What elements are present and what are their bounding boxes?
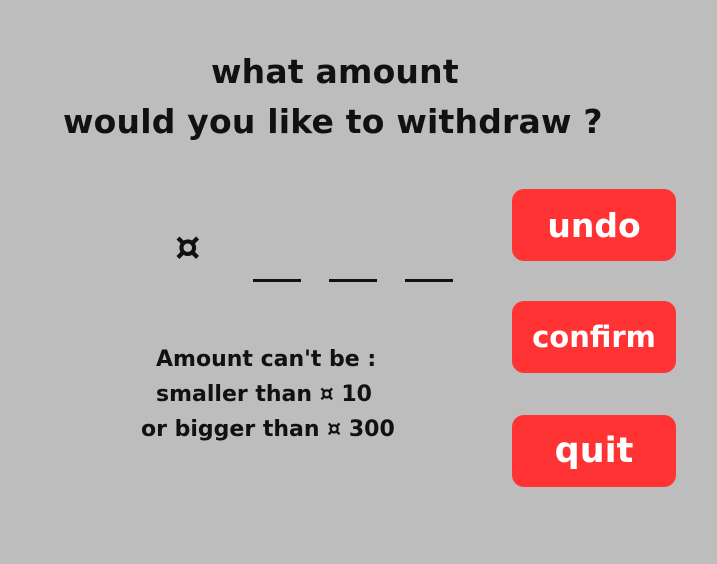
prompt-line-2: would you like to withdraw ? <box>63 102 603 141</box>
confirm-button[interactable]: confirm <box>512 301 676 373</box>
undo-button[interactable]: undo <box>512 189 676 261</box>
digit-slot-3 <box>405 279 453 282</box>
digit-slot-2 <box>329 279 377 282</box>
limit-rule-line-2: smaller than ¤ 10 <box>156 382 372 407</box>
withdraw-prompt: what amount would you like to withdraw ? <box>0 0 717 160</box>
limit-rule-line-1: Amount can't be : <box>156 347 377 372</box>
quit-button[interactable]: quit <box>512 415 676 487</box>
currency-symbol: ¤ <box>175 224 201 270</box>
prompt-line-1: what amount <box>211 52 459 91</box>
digit-slot-1 <box>253 279 301 282</box>
limit-rule-line-3: or bigger than ¤ 300 <box>141 417 395 442</box>
